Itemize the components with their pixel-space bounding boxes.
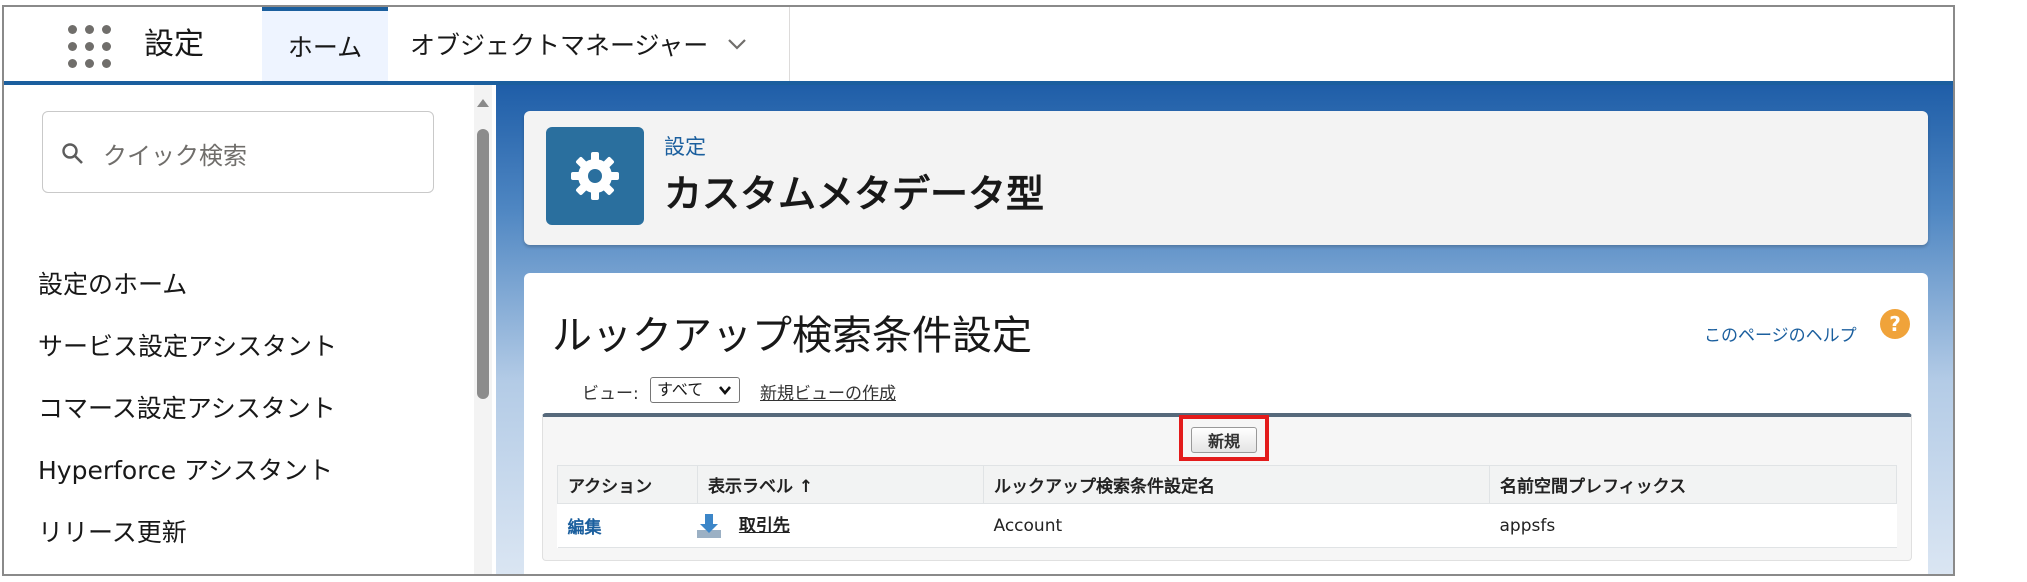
breadcrumb: 設定: [664, 135, 706, 159]
action-cell: 編集: [557, 503, 698, 548]
search-placeholder: クイック検索: [103, 142, 247, 170]
table-row: 編集 取引先 Account appsfs: [557, 503, 1897, 548]
sidebar-item-service-setup-assistant[interactable]: サービス設定アシスタント: [38, 327, 337, 363]
page-title: カスタムメタデータ型: [664, 172, 1045, 216]
scrollbar-thumb[interactable]: [477, 129, 489, 399]
record-label-link[interactable]: 取引先: [739, 516, 790, 536]
column-header-namespace-prefix[interactable]: 名前空間プレフィックス: [1489, 465, 1897, 504]
tab-home-label: ホーム: [287, 33, 363, 62]
top-nav: 設定 ホーム オブジェクトマネージャー: [4, 7, 1953, 85]
chevron-down-icon: [719, 386, 731, 396]
list-panel: 新規 アクション 表示ラベル ↑ ルックアップ検索条件設定名 名前空間プレフィッ…: [542, 413, 1912, 561]
help-icon[interactable]: ?: [1880, 309, 1910, 339]
records-table: アクション 表示ラベル ↑ ルックアップ検索条件設定名 名前空間プレフィックス …: [557, 465, 1897, 548]
app-window: 設定 ホーム オブジェクトマネージャー クイック検索 設定のホーム サービス設定…: [2, 5, 1955, 576]
download-icon[interactable]: [694, 511, 724, 541]
sidebar-item-setup-home[interactable]: 設定のホーム: [38, 265, 187, 301]
setup-sidebar: クイック検索 設定のホーム サービス設定アシスタント コマース設定アシスタント …: [4, 85, 494, 574]
column-header-label[interactable]: 表示ラベル ↑: [697, 465, 984, 504]
chevron-down-icon[interactable]: [726, 33, 748, 55]
view-select[interactable]: すべて: [650, 377, 740, 403]
tab-object-manager[interactable]: オブジェクトマネージャー: [388, 7, 790, 81]
new-button[interactable]: 新規: [1191, 427, 1257, 453]
content-card: ルックアップ検索条件設定 このページのヘルプ ? ビュー: すべて 新規ビューの…: [524, 273, 1928, 574]
name-cell: Account: [983, 503, 1490, 548]
tab-object-manager-label: オブジェクトマネージャー: [410, 31, 709, 60]
app-launcher-icon[interactable]: [68, 25, 112, 69]
help-link[interactable]: このページのヘルプ: [1704, 321, 1857, 346]
search-icon: [62, 143, 83, 164]
column-header-action: アクション: [557, 465, 698, 504]
view-select-value: すべて: [657, 380, 704, 399]
tab-home[interactable]: ホーム: [262, 7, 388, 81]
gear-icon: [546, 127, 644, 225]
sidebar-item-commerce-setup-assistant[interactable]: コマース設定アシスタント: [38, 389, 336, 425]
table-header-row: アクション 表示ラベル ↑ ルックアップ検索条件設定名 名前空間プレフィックス: [557, 465, 1897, 504]
label-cell: 取引先: [696, 503, 984, 548]
list-title: ルックアップ検索条件設定: [552, 313, 1032, 359]
app-name: 設定: [144, 27, 204, 62]
quick-search-input[interactable]: クイック検索: [42, 111, 434, 193]
page-header: 設定 カスタムメタデータ型: [524, 111, 1928, 245]
main-area: 設定 カスタムメタデータ型 ルックアップ検索条件設定 このページのヘルプ ? ビ…: [496, 85, 1953, 574]
sidebar-item-release-updates[interactable]: リリース更新: [38, 513, 187, 549]
prefix-cell: appsfs: [1489, 503, 1897, 548]
create-new-view-link[interactable]: 新規ビューの作成: [760, 379, 896, 404]
edit-link[interactable]: 編集: [568, 518, 602, 538]
sidebar-scrollbar[interactable]: [474, 85, 492, 574]
column-header-name[interactable]: ルックアップ検索条件設定名: [983, 465, 1490, 504]
scroll-up-arrow-icon[interactable]: [477, 99, 489, 107]
sidebar-item-hyperforce-assistant[interactable]: Hyperforce アシスタント: [38, 451, 333, 487]
view-label: ビュー:: [582, 384, 639, 404]
